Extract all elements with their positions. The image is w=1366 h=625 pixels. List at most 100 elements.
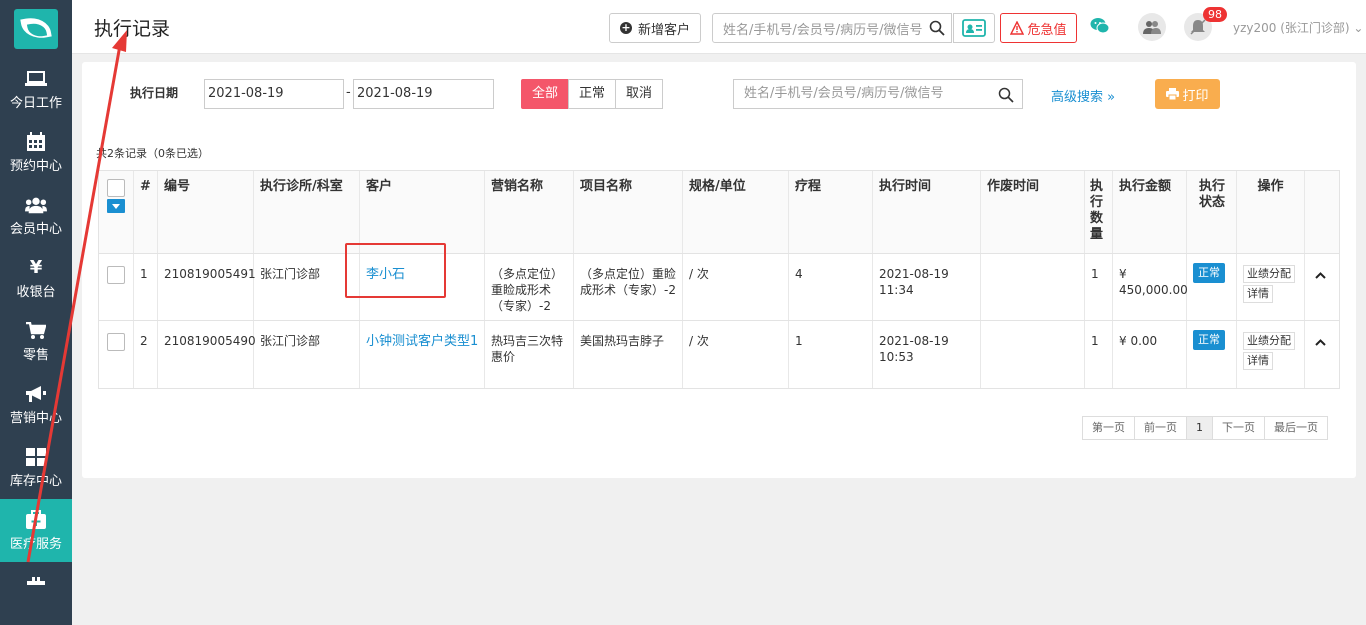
app-logo[interactable]: [0, 0, 72, 58]
table-row[interactable]: 1 210819005491 张江门诊部 李小石 （多点定位）重睑成形术（专家）…: [99, 254, 1339, 321]
row-marketing-name: （多点定位）重睑成形术（专家）-2: [485, 254, 574, 320]
user-menu[interactable]: yzy200 (张江门诊部) ⌄: [1233, 19, 1363, 36]
row-clinic: 张江门诊部: [254, 321, 360, 388]
sidebar-more-button[interactable]: [0, 562, 72, 602]
tab-cancelled[interactable]: 取消: [615, 79, 664, 109]
row-index: 2: [134, 321, 158, 388]
row-select-cell: [99, 254, 134, 320]
last-page-button[interactable]: 最后一页: [1264, 416, 1328, 440]
id-card-icon: [962, 19, 986, 37]
sidebar-item-label: 营销中心: [9, 410, 62, 426]
add-customer-label: 新增客户: [637, 22, 690, 38]
sidebar-item-medical-service[interactable]: 医疗服务: [0, 499, 72, 562]
advanced-search-link[interactable]: 高级搜索 »: [1051, 86, 1115, 105]
cart-icon: [25, 320, 47, 342]
tab-all[interactable]: 全部: [521, 79, 570, 109]
next-page-button[interactable]: 下一页: [1212, 416, 1265, 440]
row-checkbox[interactable]: [107, 333, 125, 351]
id-card-reader-button[interactable]: [953, 13, 995, 43]
sidebar-item-members[interactable]: 会员中心: [0, 184, 72, 247]
sidebar-item-retail[interactable]: 零售: [0, 310, 72, 373]
alert-icon: [1010, 21, 1025, 35]
global-search-placeholder: 姓名/手机号/会员号/病历号/微信号: [723, 22, 923, 38]
print-button[interactable]: 打印: [1155, 79, 1220, 109]
search-icon[interactable]: [998, 86, 1014, 114]
sidebar-item-label: 今日工作: [9, 95, 62, 111]
details-button[interactable]: 详情: [1243, 352, 1273, 370]
header-void-time: 作废时间: [981, 171, 1085, 253]
row-customer-cell: 小钟测试客户类型1: [360, 321, 485, 388]
butterfly-logo-icon: [14, 9, 58, 49]
header-exec-time: 执行时间: [873, 171, 981, 253]
sidebar-item-marketing[interactable]: 营销中心: [0, 373, 72, 436]
records-table: # 编号 执行诊所/科室 客户 营销名称 项目名称 规格/单位 疗程 执行时间 …: [98, 170, 1340, 389]
row-exec-qty: 1: [1085, 254, 1113, 320]
row-checkbox[interactable]: [107, 266, 125, 284]
row-number: 210819005491: [158, 254, 256, 320]
first-page-button[interactable]: 第一页: [1082, 416, 1135, 440]
chevron-down-icon: ⌄: [1353, 21, 1364, 35]
sidebar-item-appointments[interactable]: 预约中心: [0, 121, 72, 184]
sidebar-item-label: 医疗服务: [9, 536, 62, 552]
select-menu-dropdown[interactable]: [107, 199, 125, 213]
row-course: 4: [789, 254, 873, 320]
header-clinic: 执行诊所/科室: [254, 171, 360, 253]
performance-allocation-button[interactable]: 业绩分配: [1243, 265, 1295, 283]
row-select-cell: [99, 321, 134, 388]
row-marketing-name: 热玛吉三次特惠价: [485, 321, 574, 388]
row-exec-date: 2021-08-19: [879, 334, 949, 348]
plus-circle-icon: +: [619, 21, 632, 34]
header-course: 疗程: [789, 171, 873, 253]
collapse-row-icon[interactable]: [1315, 335, 1326, 349]
tab-normal[interactable]: 正常: [568, 79, 617, 109]
table-row[interactable]: 2 210819005490 张江门诊部 小钟测试客户类型1 热玛吉三次特惠价 …: [99, 321, 1339, 388]
sidebar-item-cashier[interactable]: ¥ 收银台: [0, 247, 72, 310]
select-all-checkbox[interactable]: [107, 179, 125, 197]
date-to-input[interactable]: 2021-08-19: [353, 79, 494, 109]
header-operations: 操作: [1237, 171, 1305, 253]
wechat-icon[interactable]: [1090, 17, 1110, 38]
user-name-label: yzy200 (张江门诊部): [1233, 21, 1350, 35]
customer-link[interactable]: 小钟测试客户类型1: [366, 334, 478, 349]
row-index: 1: [134, 254, 158, 320]
current-page-button[interactable]: 1: [1186, 416, 1213, 440]
row-amount-value: 0.00: [1130, 334, 1158, 348]
date-from-input[interactable]: 2021-08-19: [204, 79, 344, 109]
row-exec-amount-cell: ¥ 0.00: [1113, 321, 1187, 388]
group-users-icon[interactable]: [1138, 13, 1166, 41]
grid-icon: [25, 446, 47, 468]
row-exec-clock: 10:53: [879, 350, 914, 364]
row-void-time: [981, 321, 1085, 388]
row-operations-cell: 业绩分配 详情: [1237, 254, 1305, 320]
page-title: 执行记录: [94, 18, 171, 40]
details-button[interactable]: 详情: [1243, 285, 1273, 303]
status-badge: 正常: [1193, 330, 1225, 350]
global-search-input[interactable]: 姓名/手机号/会员号/病历号/微信号: [712, 13, 952, 43]
header-project-name: 项目名称: [574, 171, 683, 253]
search-icon[interactable]: [929, 20, 945, 40]
row-course: 1: [789, 321, 873, 388]
prev-page-button[interactable]: 前一页: [1134, 416, 1187, 440]
megaphone-icon: [25, 383, 47, 405]
status-badge: 正常: [1193, 263, 1225, 283]
sidebar-item-inventory[interactable]: 库存中心: [0, 436, 72, 499]
row-amount-value: 450,000.00: [1119, 283, 1188, 297]
record-search-input[interactable]: 姓名/手机号/会员号/病历号/微信号: [733, 79, 1023, 109]
performance-allocation-button[interactable]: 业绩分配: [1243, 332, 1295, 350]
sidebar-item-label: 收银台: [16, 284, 56, 300]
collapse-row-icon[interactable]: [1315, 268, 1326, 282]
row-exec-qty: 1: [1085, 321, 1113, 388]
critical-value-button[interactable]: 危急值: [1000, 13, 1077, 43]
add-customer-button[interactable]: + 新增客户: [609, 13, 701, 43]
sidebar-item-label: 库存中心: [9, 473, 62, 489]
sidebar-item-today-work[interactable]: 今日工作: [0, 58, 72, 121]
users-icon: [25, 194, 47, 216]
row-exec-time-cell: 2021-08-19 10:53: [873, 321, 981, 388]
row-amount-symbol: ¥: [1119, 334, 1127, 348]
double-chevron-down-icon: »: [1107, 90, 1116, 105]
calendar-icon: [25, 131, 47, 153]
header-index: #: [134, 171, 158, 253]
row-status-cell: 正常: [1187, 321, 1237, 388]
row-project-name: 美国热玛吉脖子: [574, 321, 683, 388]
print-label: 打印: [1182, 88, 1209, 104]
